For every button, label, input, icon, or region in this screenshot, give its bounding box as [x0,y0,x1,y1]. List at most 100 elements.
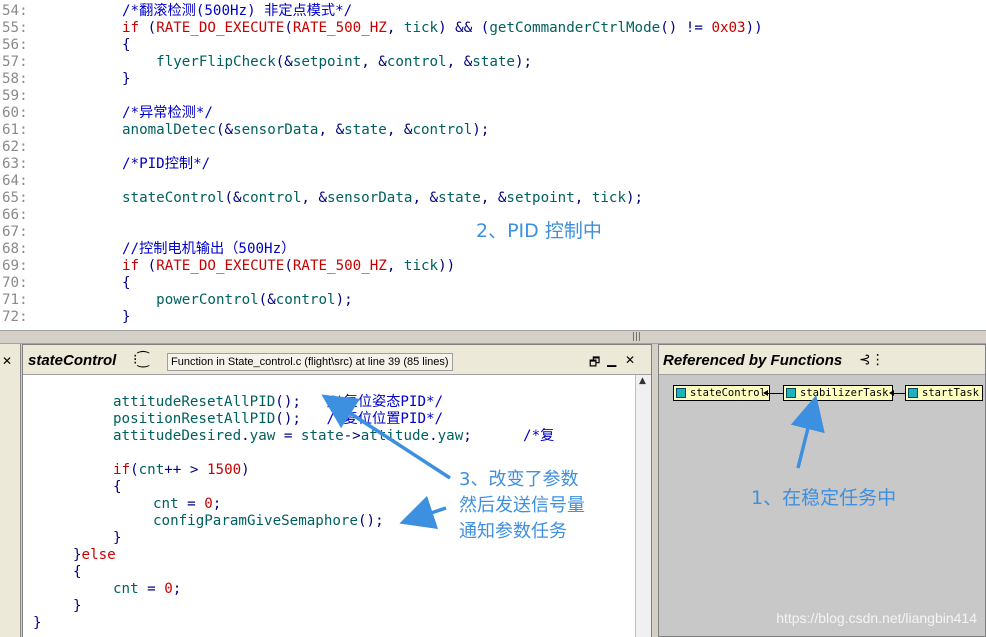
code-line: } [33,615,42,632]
code-token: ) && ( [438,20,490,36]
code-token: , [386,20,404,36]
code-token: -> [343,428,361,444]
code-text: } [122,71,131,88]
code-token: state [438,190,481,206]
code-token: } [73,547,82,563]
line-number: 64: [2,173,28,189]
code-token: (& [215,122,234,138]
code-token: ); [626,190,644,206]
code-token: ); [472,122,490,138]
code-token: if [113,462,131,478]
code-line: 65: stateControl(&control, &sensorData, &… [0,190,986,207]
restore-icon[interactable]: 🗗 [589,353,600,374]
code-token: ( [139,20,157,36]
code-token: flyerFlipCheck [122,54,276,70]
code-token: powerControl [122,292,259,308]
code-token: /*复 [523,428,555,444]
line-number: 55: [2,20,28,36]
splitter-grip-icon[interactable]: ||| [632,332,641,342]
call-graph-icon[interactable]: ⊰⋮ [859,352,885,368]
code-token: /*PID控制*/ [122,156,211,172]
code-line: 56: { [0,37,986,54]
code-token: sensorData [233,122,319,138]
watermark: https://blog.csdn.net/liangbin414 [776,610,977,626]
annotation-pid-control: 2、PID 控制中 [476,220,602,242]
code-token: ( [284,258,293,274]
code-text: /*翻滚检测(500Hz) 非定点模式*/ [122,3,352,20]
code-token: )) [745,20,763,36]
code-token: attitude [360,428,430,444]
tree-icon[interactable]: ⁝⁐ [133,352,149,368]
code-line: 62: [0,139,986,156]
bottom-panels: ✕ stateControl ⁝⁐ Function in State_cont… [0,344,986,637]
code-token: control [412,122,473,138]
code-text: /*异常检测*/ [122,105,213,122]
code-token: control [241,190,302,206]
annotation-line: 3、改变了参数 [459,469,579,490]
code-token: (); [275,394,327,410]
code-token: 0 [204,496,213,512]
code-token: setpoint [292,54,362,70]
references-window: Referenced by Functions ⊰⋮ stateControl … [658,344,986,637]
code-line: } [113,530,122,547]
node-statecontrol[interactable]: stateControl [673,385,770,401]
node-stabilizertask[interactable]: stabilizerTask [783,385,893,401]
line-number: 61: [2,122,28,138]
scroll-up-icon[interactable]: ▲ [639,376,646,386]
line-number: 69: [2,258,28,274]
horizontal-splitter[interactable]: ||| [0,330,986,344]
line-number: 72: [2,309,28,325]
code-token: tick [403,20,439,36]
code-token: , [574,190,592,206]
close-icon[interactable]: ✕ [2,354,12,368]
code-token: control [275,292,336,308]
code-token: } [122,309,131,325]
code-token: () != [660,20,712,36]
code-token: ) [241,462,250,478]
code-token: = [138,581,165,597]
code-token: 0 [164,581,173,597]
code-token: state [472,54,515,70]
annotation-stabilizer-task: 1、在稳定任务中 [751,487,897,509]
code-line: 54: /*翻滚检测(500Hz) 非定点模式*/ [0,3,986,20]
code-token: } [113,530,122,546]
code-token: , & [386,122,413,138]
code-token: , & [446,54,473,70]
code-token: cnt [138,462,165,478]
code-line: 64: [0,173,986,190]
code-token: , & [412,190,439,206]
code-line: 61: anomalDetec(&sensorData, &state, &con… [0,122,986,139]
code-token: RATE_DO_EXECUTE [156,20,285,36]
context-title: stateControl [28,352,117,369]
code-token: ); [514,54,533,70]
minimize-icon[interactable]: ▁ [607,353,616,367]
code-text: anomalDetec(&sensorData, &state, &contro… [122,122,489,139]
code-token: 1500 [206,462,242,478]
code-token: , & [301,190,328,206]
code-token: else [81,547,116,563]
code-line: 58:} [0,71,986,88]
line-number: 66: [2,207,28,223]
code-token: = [275,428,301,444]
code-token: = [178,496,205,512]
code-token: anomalDetec [122,122,216,138]
code-token: cnt [153,496,179,512]
line-number: 58: [2,71,28,87]
code-token: attitudeDesired [113,428,242,444]
code-token: tick [591,190,627,206]
code-line: 72:} [0,309,986,326]
code-line: 63: /*PID控制*/ [0,156,986,173]
code-line: 60: /*异常检测*/ [0,105,986,122]
line-number: 67: [2,224,28,240]
code-token: control [386,54,447,70]
node-label: stateControl [690,387,766,399]
edge-line [767,393,783,394]
code-line: 71: powerControl(&control); [0,292,986,309]
code-token: yaw [437,428,464,444]
source-editor[interactable]: 54:/*翻滚检测(500Hz) 非定点模式*/55: if (RATE_DO_E… [0,0,986,330]
close-icon[interactable]: ✕ [625,353,635,367]
code-token: cnt [113,581,139,597]
code-token: ( [139,258,157,274]
node-starttask[interactable]: startTask [905,385,983,401]
code-token: ( [284,20,293,36]
